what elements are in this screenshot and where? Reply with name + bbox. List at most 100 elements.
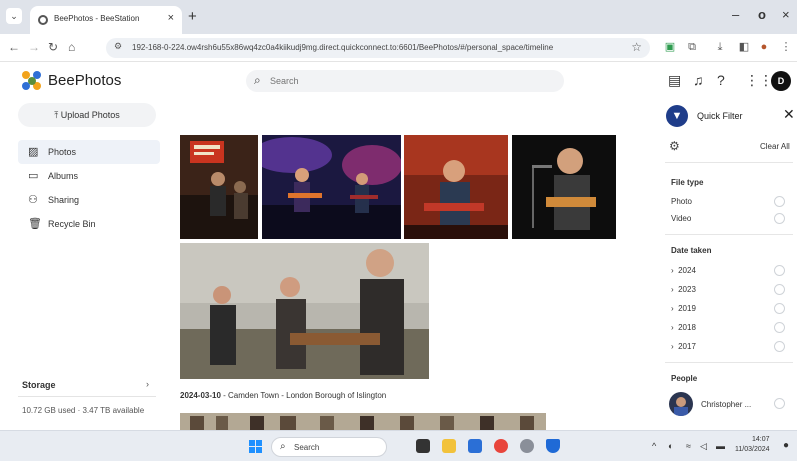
photo-thumbnail[interactable] bbox=[180, 135, 258, 239]
filter-divider bbox=[665, 234, 793, 235]
year-option[interactable]: › 2018 bbox=[671, 323, 696, 332]
browser-tab[interactable]: BeePhotos - BeeStation × bbox=[30, 6, 182, 34]
help-icon[interactable]: ? bbox=[717, 72, 725, 88]
file-type-radio[interactable] bbox=[774, 196, 785, 207]
year-option[interactable]: › 2017 bbox=[671, 342, 696, 351]
year-radio[interactable] bbox=[774, 303, 785, 314]
filter-divider bbox=[665, 362, 793, 363]
extensions-puzzle-icon[interactable]: ⧉ bbox=[686, 41, 698, 53]
filter-funnel-icon: ▼ bbox=[666, 105, 688, 127]
photo-thumbnail[interactable] bbox=[262, 135, 401, 239]
bookmark-star-icon[interactable]: ☆ bbox=[631, 40, 642, 54]
chrome-icon[interactable] bbox=[494, 439, 508, 453]
notification-bell-icon[interactable]: ● bbox=[783, 440, 789, 451]
image-icon: ▨ bbox=[28, 146, 39, 158]
clock-date: 11/03/2024 bbox=[735, 446, 770, 453]
minimize-button[interactable]: – bbox=[732, 7, 739, 22]
year-label: 2017 bbox=[678, 342, 696, 351]
close-window-button[interactable]: × bbox=[782, 7, 790, 22]
maximize-button[interactable]: o bbox=[758, 7, 766, 22]
person-avatar[interactable] bbox=[669, 392, 693, 416]
address-bar[interactable]: ⚙ 192-168-0-224.ow4rsh6u55x86wq4zc0a4kii… bbox=[106, 38, 650, 58]
security-shield-icon[interactable] bbox=[546, 439, 560, 453]
extension-icon[interactable]: ▣ bbox=[664, 41, 676, 53]
sidebar-item-photos[interactable]: ▨ Photos bbox=[18, 140, 160, 164]
sidebar-item-label: Sharing bbox=[48, 195, 80, 205]
year-option[interactable]: › 2019 bbox=[671, 304, 696, 313]
tray-app-icon[interactable]: ◐ bbox=[668, 441, 673, 451]
url-text[interactable]: 192-168-0-224.ow4rsh6u55x86wq4zc0a4kiiku… bbox=[132, 43, 553, 52]
trash-icon: 🗑 bbox=[28, 218, 42, 230]
wifi-icon[interactable]: ≈ bbox=[686, 441, 691, 451]
windows-start-icon[interactable] bbox=[249, 440, 263, 454]
home-icon[interactable]: ⌂ bbox=[68, 40, 75, 54]
photo-thumbnail[interactable] bbox=[512, 135, 616, 239]
year-label: 2019 bbox=[678, 304, 696, 313]
filter-title: Quick Filter bbox=[697, 111, 743, 121]
user-avatar[interactable]: D bbox=[771, 71, 791, 91]
file-type-heading: File type bbox=[671, 178, 704, 187]
sidebar-item-label: Albums bbox=[48, 171, 79, 181]
file-type-option[interactable]: Video bbox=[671, 214, 691, 223]
tab-close-icon[interactable]: × bbox=[168, 12, 174, 24]
bell-icon[interactable]: ♫ bbox=[693, 72, 704, 88]
year-option[interactable]: › 2023 bbox=[671, 285, 696, 294]
person-radio[interactable] bbox=[774, 398, 785, 409]
profile-icon[interactable]: ● bbox=[758, 41, 770, 53]
taskbar-search[interactable]: ⌕ Search bbox=[271, 437, 387, 457]
upload-label: Upload Photos bbox=[60, 110, 120, 120]
taskbar-search-label: Search bbox=[294, 443, 320, 452]
task-view-icon[interactable] bbox=[416, 439, 430, 453]
clear-all-button[interactable]: Clear All bbox=[760, 142, 790, 151]
sidebar-item-albums[interactable]: ▭ Albums bbox=[18, 164, 160, 188]
close-filter-icon[interactable]: ✕ bbox=[783, 106, 795, 123]
back-arrow-icon[interactable]: ← bbox=[8, 40, 20, 54]
timeline-date-heading: 2024-03-10 - Camden Town - London Boroug… bbox=[180, 391, 386, 400]
timeline-date: 2024-03-10 bbox=[180, 391, 221, 400]
browser-tab-strip: ⌄ BeePhotos - BeeStation × + – o × bbox=[0, 0, 797, 34]
photo-thumbnail[interactable] bbox=[180, 413, 546, 430]
store-icon[interactable] bbox=[468, 439, 482, 453]
tray-chevron-icon[interactable]: ^ bbox=[652, 441, 656, 451]
sidebar-item-label: Photos bbox=[48, 147, 77, 157]
search-box[interactable]: ⌕ bbox=[246, 70, 564, 92]
quick-filter-panel: ▼ Quick Filter ✕ ⚙ Clear All File type P… bbox=[663, 100, 797, 430]
taskbar-clock[interactable]: 14:07 11/03/2024 bbox=[735, 435, 770, 455]
site-favicon-icon bbox=[38, 15, 48, 25]
year-option[interactable]: › 2024 bbox=[671, 266, 696, 275]
file-type-radio[interactable] bbox=[774, 213, 785, 224]
tab-search-chevron-icon[interactable]: ⌄ bbox=[6, 8, 22, 24]
filter-divider bbox=[665, 162, 793, 163]
year-radio[interactable] bbox=[774, 341, 785, 352]
sidebar-item-label: Recycle Bin bbox=[48, 219, 96, 229]
chevron-right-icon[interactable]: › bbox=[146, 379, 149, 389]
upload-tasks-icon[interactable]: ▤ bbox=[668, 72, 681, 89]
download-icon[interactable]: ⤓ bbox=[714, 41, 726, 53]
settings-app-icon[interactable] bbox=[520, 439, 534, 453]
sidebar-item-recycle-bin[interactable]: 🗑 Recycle Bin bbox=[18, 212, 160, 236]
forward-arrow-icon[interactable]: → bbox=[28, 40, 40, 54]
new-tab-button[interactable]: + bbox=[188, 8, 197, 25]
sidepanel-icon[interactable]: ◧ bbox=[738, 41, 750, 53]
storage-divider bbox=[18, 396, 156, 397]
year-radio[interactable] bbox=[774, 322, 785, 333]
app-header: BeePhotos ⌕ ▤ ♫ ? ⋮⋮ D bbox=[0, 62, 797, 100]
photo-thumbnail[interactable] bbox=[404, 135, 508, 239]
battery-icon[interactable]: ▬ bbox=[716, 441, 725, 451]
file-type-option[interactable]: Photo bbox=[671, 197, 692, 206]
file-explorer-icon[interactable] bbox=[442, 439, 456, 453]
search-input[interactable] bbox=[270, 73, 550, 89]
photo-thumbnail[interactable] bbox=[180, 243, 429, 379]
settings-gear-icon[interactable]: ⚙ bbox=[669, 139, 680, 153]
year-radio[interactable] bbox=[774, 265, 785, 276]
upload-photos-button[interactable]: ⤒ Upload Photos bbox=[18, 103, 156, 127]
clock-time: 14:07 bbox=[751, 436, 770, 443]
apps-grid-icon[interactable]: ⋮⋮ bbox=[745, 72, 773, 89]
year-radio[interactable] bbox=[774, 284, 785, 295]
reload-icon[interactable]: ↻ bbox=[48, 40, 58, 54]
site-info-icon[interactable]: ⚙ bbox=[114, 41, 122, 52]
browser-menu-icon[interactable]: ⋮ bbox=[780, 41, 792, 53]
speaker-icon[interactable]: ◁ bbox=[700, 441, 707, 452]
person-name[interactable]: Christopher ... bbox=[701, 400, 751, 409]
sidebar-item-sharing[interactable]: ⚇ Sharing bbox=[18, 188, 160, 212]
